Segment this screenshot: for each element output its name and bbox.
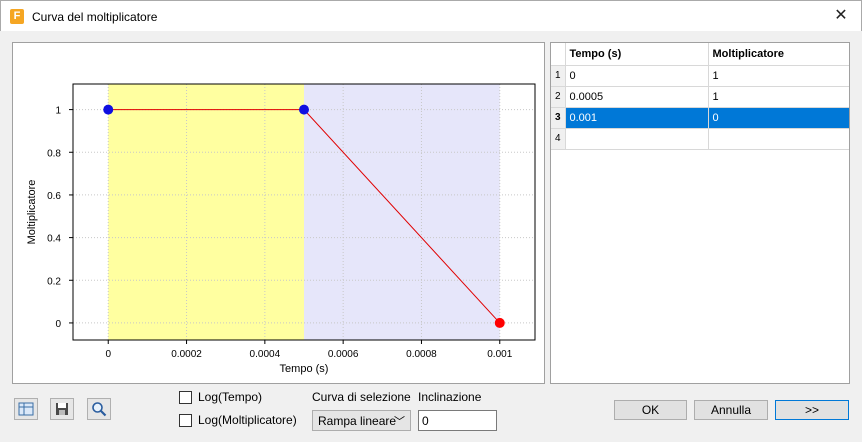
curve-selection-dropdown[interactable]: Rampa lineare ﹀: [312, 410, 411, 431]
more-button[interactable]: >>: [775, 400, 849, 420]
corner-cell: [551, 43, 566, 66]
log-tempo-checkbox[interactable]: [179, 390, 192, 404]
table-row[interactable]: 3 0.001 0: [551, 107, 849, 129]
row-number[interactable]: 2: [551, 86, 566, 108]
log-moltiplicatore-option[interactable]: Log(Moltiplicatore): [179, 413, 297, 427]
row-number[interactable]: 1: [551, 65, 566, 87]
title-bar: F Curva del moltiplicatore ✕: [0, 0, 862, 31]
x-tick-label: 0: [105, 349, 111, 360]
y-tick-label: 0.6: [47, 191, 61, 202]
table-icon: [18, 402, 34, 416]
x-tick-label: 0.0006: [328, 349, 359, 360]
cell-tempo[interactable]: 0: [565, 65, 709, 87]
y-tick-label: 0.2: [47, 276, 61, 287]
cell-tempo[interactable]: 0.0005: [565, 86, 709, 108]
cancel-button[interactable]: Annulla: [694, 400, 768, 420]
cell-moltiplicatore[interactable]: 1: [708, 65, 849, 87]
x-axis-label: Tempo (s): [280, 363, 329, 375]
data-grid: Tempo (s) Moltiplicatore 1 0 1 2 0.0005 1 3 0.0…: [550, 42, 850, 384]
y-axis-label: Moltiplicatore: [26, 180, 38, 245]
zoom-icon: [92, 402, 107, 417]
row-number[interactable]: 3: [551, 107, 566, 129]
multiplier-chart: 0 0.0002 0.0004 0.0006 0.0008 0.001 0 0.2 0.4 0.6…: [26, 83, 536, 375]
curve-selection-value: Rampa lineare: [318, 414, 397, 428]
close-button[interactable]: ✕: [829, 6, 853, 26]
log-moltiplicatore-checkbox[interactable]: [179, 413, 192, 427]
slope-label: Inclinazione: [418, 390, 482, 404]
table-row[interactable]: 101: [551, 65, 849, 87]
cell-moltiplicatore[interactable]: [708, 128, 849, 150]
curve-table: Tempo (s) Moltiplicatore 1 0 1 2 0.0005 1 3 0.0…: [551, 43, 849, 150]
y-tick-label: 0: [55, 319, 61, 330]
cell-moltiplicatore[interactable]: 0: [708, 107, 849, 129]
y-tick-label: 0.8: [47, 148, 61, 159]
table-header-row: Tempo (s) Moltiplicatore: [551, 43, 849, 66]
zoom-button[interactable]: [87, 398, 111, 420]
window-title: Curva del moltiplicatore: [32, 10, 158, 24]
table-button[interactable]: [14, 398, 38, 420]
save-icon: [56, 403, 68, 415]
curve-point: [494, 317, 505, 328]
chevron-down-icon: ﹀: [394, 416, 405, 428]
header-moltiplicatore[interactable]: Moltiplicatore: [708, 43, 849, 66]
ok-button[interactable]: OK: [614, 400, 687, 420]
save-button[interactable]: [50, 398, 74, 420]
chart-panel: 0 0.0002 0.0004 0.0006 0.0008 0.001 0 0.2 0.4 0.6…: [12, 42, 545, 384]
curve-point: [103, 104, 114, 115]
x-tick-label: 0.0004: [250, 349, 281, 360]
x-tick-label: 0.001: [487, 349, 512, 360]
cell-moltiplicatore[interactable]: 1: [708, 86, 849, 108]
table-row[interactable]: 4: [551, 128, 849, 150]
cell-tempo[interactable]: [565, 128, 709, 150]
selection-region: [304, 84, 500, 340]
app-icon: F: [10, 9, 24, 24]
row-number[interactable]: 4: [551, 128, 566, 150]
y-tick-label: 1: [55, 106, 61, 117]
x-tick-label: 0.0008: [406, 349, 437, 360]
log-moltiplicatore-label: Log(Moltiplicatore): [198, 413, 297, 427]
x-tick-label: 0.0002: [171, 349, 202, 360]
curve-selection-label: Curva di selezione: [312, 390, 411, 404]
header-tempo[interactable]: Tempo (s): [565, 43, 709, 66]
slope-input[interactable]: [418, 410, 497, 431]
curve-point: [299, 104, 309, 115]
selection-region: [108, 84, 304, 340]
log-tempo-option[interactable]: Log(Tempo): [179, 390, 262, 404]
table-row[interactable]: 2 0.0005 1: [551, 86, 849, 108]
y-tick-label: 0.4: [47, 234, 61, 245]
cell-tempo[interactable]: 0.001: [565, 107, 709, 129]
log-tempo-label: Log(Tempo): [198, 390, 263, 404]
